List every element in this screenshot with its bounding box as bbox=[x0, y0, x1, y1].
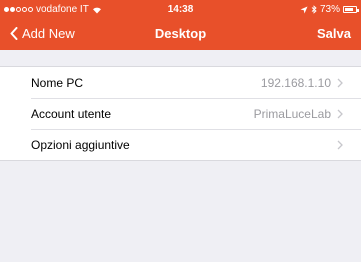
chevron-right-icon bbox=[337, 140, 343, 150]
list-item-value: PrimaLuceLab bbox=[253, 106, 331, 121]
navigation-bar: Add New Desktop Salva bbox=[0, 18, 361, 50]
save-button[interactable]: Salva bbox=[317, 26, 351, 41]
page-title: Desktop bbox=[154, 26, 207, 41]
settings-list: Nome PC 192.168.1.10 Account utente Prim… bbox=[0, 66, 361, 161]
battery-icon bbox=[343, 6, 359, 13]
status-bar: vodafone IT 14:38 73% bbox=[0, 0, 361, 18]
list-item-account-utente[interactable]: Account utente PrimaLuceLab bbox=[0, 98, 361, 129]
location-icon bbox=[300, 6, 308, 13]
chevron-right-icon bbox=[337, 78, 343, 88]
status-right: 73% bbox=[300, 4, 359, 15]
battery-percent: 73% bbox=[319, 4, 340, 15]
list-item-opzioni-aggiuntive[interactable]: Opzioni aggiuntive bbox=[0, 129, 361, 160]
bluetooth-icon bbox=[311, 5, 317, 14]
list-item-label: Nome PC bbox=[31, 75, 84, 90]
list-item-label: Account utente bbox=[31, 106, 112, 121]
list-item-nome-pc[interactable]: Nome PC 192.168.1.10 bbox=[0, 67, 361, 98]
chevron-right-icon bbox=[337, 109, 343, 119]
list-item-value: 192.168.1.10 bbox=[260, 75, 331, 90]
list-item-label: Opzioni aggiuntive bbox=[31, 137, 130, 152]
